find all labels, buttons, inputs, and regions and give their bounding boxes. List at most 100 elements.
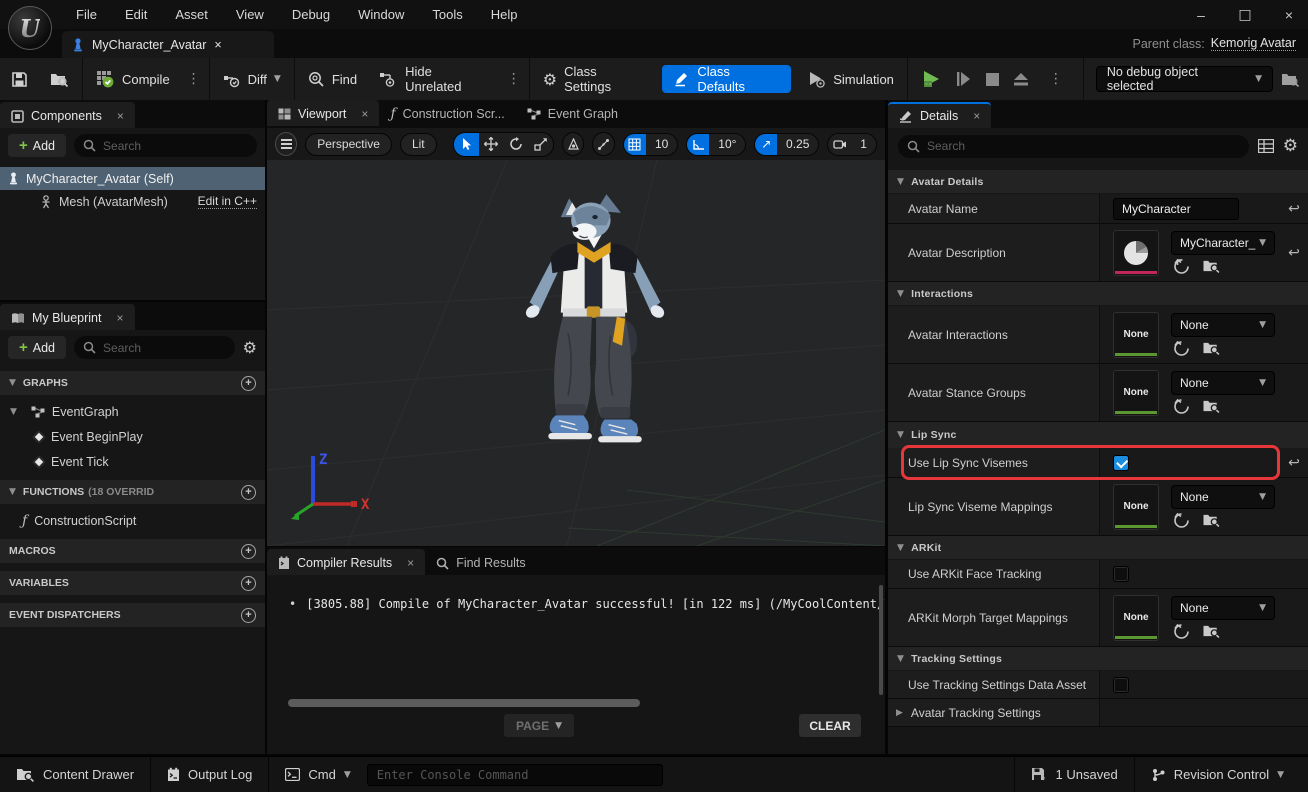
revert-icon[interactable]: ↩ [1280, 448, 1308, 477]
use-lip-sync-visemes-checkbox[interactable] [1113, 455, 1129, 471]
simulation-button[interactable]: Simulation [797, 58, 905, 100]
use-selected-asset-icon[interactable] [1173, 340, 1190, 357]
lit-mode-button[interactable]: Lit [400, 133, 437, 156]
browse-to-asset-icon[interactable] [1202, 398, 1221, 414]
lip-sync-viseme-mappings-select[interactable]: None ▼ [1171, 485, 1275, 509]
grid-snap-control[interactable]: 10 [623, 133, 679, 156]
use-selected-asset-icon[interactable] [1173, 258, 1190, 275]
component-item-self[interactable]: MyCharacter_Avatar (Self) [0, 167, 265, 190]
revert-icon[interactable]: ↩ [1280, 224, 1308, 281]
tab-close-icon[interactable]: × [214, 38, 221, 52]
menu-file[interactable]: File [62, 0, 111, 29]
tab-close-icon[interactable]: × [361, 107, 368, 121]
compile-button[interactable]: Compile [85, 58, 181, 100]
tab-my-blueprint[interactable]: My Blueprint × [0, 304, 135, 330]
tab-compiler-results[interactable]: Compiler Results × [267, 549, 425, 575]
perspective-button[interactable]: Perspective [305, 133, 392, 156]
play-options-icon[interactable]: ⋮ [1043, 71, 1069, 87]
tab-mycharacter-avatar[interactable]: MyCharacter_Avatar × [62, 31, 274, 58]
property-matrix-icon[interactable] [1258, 139, 1274, 153]
menu-tools[interactable]: Tools [418, 0, 476, 29]
unsaved-button[interactable]: * 1 Unsaved [1015, 757, 1134, 792]
parent-class-link[interactable]: Kemorig Avatar [1211, 36, 1296, 51]
menu-asset[interactable]: Asset [161, 0, 222, 29]
menu-debug[interactable]: Debug [278, 0, 344, 29]
add-blueprint-item-button[interactable]: + Add [8, 336, 66, 359]
scale-tool-button[interactable] [528, 133, 553, 156]
minimize-icon[interactable]: – [1192, 7, 1210, 23]
arkit-morph-target-mappings-select[interactable]: None ▼ [1171, 596, 1275, 620]
menu-window[interactable]: Window [344, 0, 418, 29]
tab-event-graph[interactable]: Event Graph [516, 100, 629, 126]
my-blueprint-search[interactable] [74, 336, 235, 359]
use-selected-asset-icon[interactable] [1173, 512, 1190, 529]
compile-options-icon[interactable]: ⋮ [181, 71, 207, 87]
macros-section-header[interactable]: MACROS + [0, 539, 265, 563]
debug-browse-button[interactable] [1273, 58, 1308, 100]
surface-snap-icon[interactable] [592, 132, 614, 156]
page-dropdown[interactable]: PAGE▼ [504, 714, 574, 737]
edit-in-cpp-link[interactable]: Edit in C++ [198, 194, 257, 209]
blueprint-settings-gear-icon[interactable]: ⚙ [243, 338, 257, 357]
eject-icon[interactable] [1013, 72, 1029, 87]
find-button[interactable]: Find [297, 58, 368, 100]
use-tracking-settings-data-asset-checkbox[interactable] [1113, 677, 1129, 693]
class-settings-button[interactable]: ⚙ Class Settings [532, 58, 657, 100]
add-dispatcher-icon[interactable]: + [241, 608, 256, 623]
event-beginplay-item[interactable]: Event BeginPlay [0, 424, 265, 449]
browse-to-asset-icon[interactable] [1202, 512, 1221, 528]
avatar-interactions-select[interactable]: None ▼ [1171, 313, 1275, 337]
rotate-tool-button[interactable] [503, 133, 528, 156]
diff-button[interactable]: Diff ▼ [212, 58, 292, 100]
browse-to-asset-icon[interactable] [1202, 258, 1221, 274]
avatar-details-section-header[interactable]: ▼ Avatar Details [888, 170, 1308, 193]
tab-components[interactable]: Components × [0, 102, 135, 128]
close-icon[interactable]: × [1280, 7, 1298, 23]
arkit-section-header[interactable]: ▼ ARKit [888, 536, 1308, 559]
add-variable-icon[interactable]: + [241, 576, 256, 591]
vertical-scrollbar[interactable] [879, 585, 883, 695]
details-settings-gear-icon[interactable]: ⚙ [1283, 136, 1298, 156]
event-tick-item[interactable]: Event Tick [0, 449, 265, 474]
lip-sync-section-header[interactable]: ▼ Lip Sync [888, 422, 1308, 448]
save-button[interactable] [0, 58, 39, 100]
tab-close-icon[interactable]: × [407, 556, 414, 570]
asset-thumbnail[interactable]: None [1113, 484, 1159, 530]
content-drawer-button[interactable]: Content Drawer [0, 757, 150, 792]
graphs-section-header[interactable]: ▼ GRAPHS + [0, 371, 265, 395]
graph-options-icon[interactable]: ⋮ [501, 71, 527, 87]
tracking-settings-section-header[interactable]: ▼ Tracking Settings [888, 647, 1308, 670]
use-arkit-face-tracking-checkbox[interactable] [1113, 566, 1129, 582]
tab-details[interactable]: Details × [888, 102, 991, 128]
maximize-icon[interactable]: □ [1236, 7, 1254, 23]
rotation-snap-control[interactable]: 10° [686, 133, 746, 156]
move-tool-button[interactable] [479, 133, 504, 156]
my-blueprint-search-input[interactable] [103, 341, 226, 355]
menu-help[interactable]: Help [477, 0, 532, 29]
component-item-mesh[interactable]: Mesh (AvatarMesh) Edit in C++ [0, 190, 265, 213]
revert-icon[interactable]: ↩ [1280, 194, 1308, 223]
cmd-dropdown[interactable]: Cmd ▼ [269, 757, 366, 792]
expand-triangle-icon[interactable]: ▶ [896, 708, 903, 718]
variables-section-header[interactable]: VARIABLES + [0, 571, 265, 595]
menu-edit[interactable]: Edit [111, 0, 161, 29]
clear-button[interactable]: CLEAR [799, 714, 861, 737]
avatar-description-select[interactable]: MyCharacter_ ▼ [1171, 231, 1275, 255]
construction-script-item[interactable]: ƒ ConstructionScript [0, 508, 265, 533]
hide-unrelated-button[interactable]: Hide Unrelated [368, 58, 501, 100]
debug-object-select[interactable]: No debug object selected ▼ [1096, 66, 1273, 92]
asset-thumbnail[interactable]: None [1113, 595, 1159, 641]
play-icon[interactable] [922, 70, 942, 88]
avatar-description-thumbnail[interactable] [1113, 230, 1159, 276]
add-macro-icon[interactable]: + [241, 544, 256, 559]
use-selected-asset-icon[interactable] [1173, 398, 1190, 415]
browse-to-asset-icon[interactable] [1202, 340, 1221, 356]
details-search-input[interactable] [927, 139, 1240, 153]
interactions-section-header[interactable]: ▼ Interactions [888, 282, 1308, 305]
components-search-input[interactable] [103, 139, 248, 153]
add-component-button[interactable]: + Add [8, 134, 66, 157]
eventgraph-item[interactable]: ▼ EventGraph [0, 399, 265, 424]
browse-asset-button[interactable] [39, 58, 80, 100]
tab-find-results[interactable]: Find Results [425, 549, 536, 575]
horizontal-scrollbar[interactable] [288, 699, 640, 707]
